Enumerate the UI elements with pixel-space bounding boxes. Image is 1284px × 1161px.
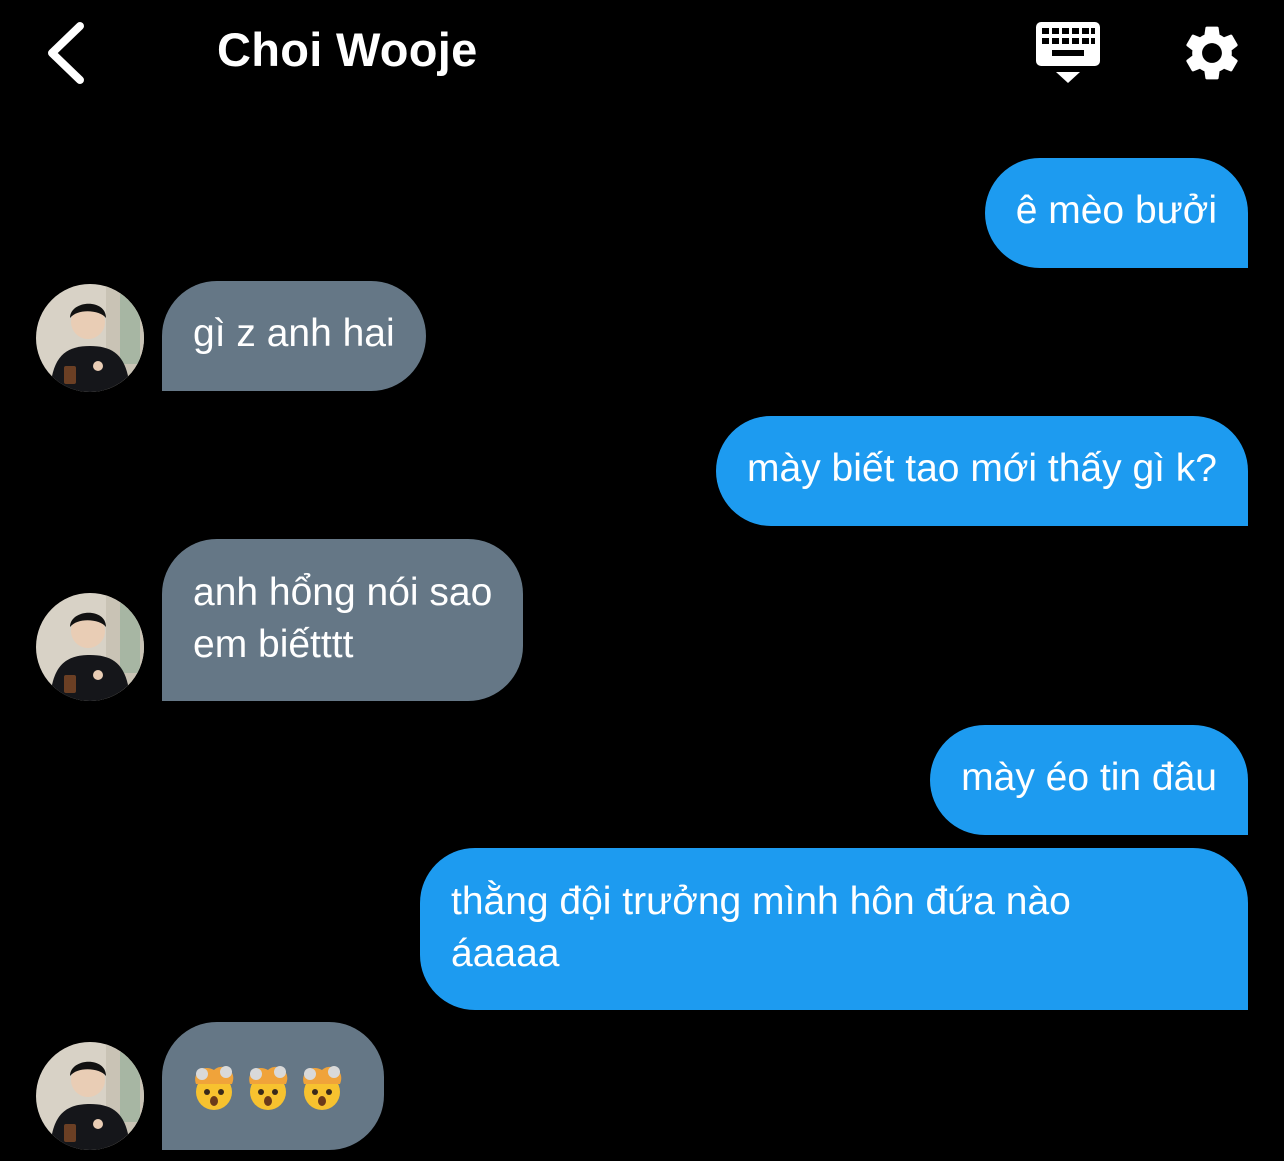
message-text-line: thằng đội trưởng mình hôn đứa nào [451, 880, 1071, 923]
message-text-line: em biếtttt [193, 623, 354, 666]
avatar[interactable] [36, 284, 144, 392]
exploding-head-icon [303, 1066, 342, 1110]
settings-button[interactable] [1178, 20, 1246, 86]
message-text-line: áaaaa [451, 932, 560, 975]
chat-header: Choi Wooje [0, 0, 1284, 110]
message-bubble-outgoing[interactable]: thằng đội trưởng mình hôn đứa nào áaaaa [420, 848, 1248, 1010]
exploding-head-icon [195, 1066, 234, 1110]
profile-photo [36, 284, 144, 392]
profile-photo [36, 1042, 144, 1150]
keyboard-toggle-button[interactable] [1030, 20, 1106, 86]
message-text: mày biết tao mới thấy gì k? [747, 447, 1217, 490]
page-title: Choi Wooje [217, 23, 478, 76]
message-bubble-outgoing[interactable]: mày éo tin đâu [930, 725, 1248, 835]
profile-photo [36, 593, 144, 701]
message-bubble-incoming[interactable]: gì z anh hai [162, 281, 426, 391]
exploding-head-emoji-row [195, 1066, 342, 1110]
message-text: ê mèo bưởi [1015, 189, 1217, 232]
avatar[interactable] [36, 1042, 144, 1150]
chat-screen: Choi Wooje ê mèo bưởi gì z anh hai mày b… [0, 0, 1284, 1161]
keyboard-hide-icon [1036, 22, 1100, 83]
message-bubble-incoming[interactable] [162, 1022, 384, 1150]
exploding-head-icon [249, 1066, 288, 1110]
message-bubble-outgoing[interactable]: mày biết tao mới thấy gì k? [716, 416, 1248, 526]
message-text: gì z anh hai [193, 312, 395, 355]
message-bubble-incoming[interactable]: anh hổng nói sao em biếtttt [162, 539, 524, 701]
message-text: mày éo tin đâu [961, 756, 1217, 799]
message-bubble-outgoing[interactable]: ê mèo bưởi [984, 158, 1248, 268]
avatar[interactable] [36, 593, 144, 701]
gear-icon [1186, 26, 1238, 80]
chevron-left-icon [48, 22, 84, 84]
back-button[interactable] [38, 18, 98, 88]
message-text-line: anh hổng nói sao [193, 571, 493, 614]
